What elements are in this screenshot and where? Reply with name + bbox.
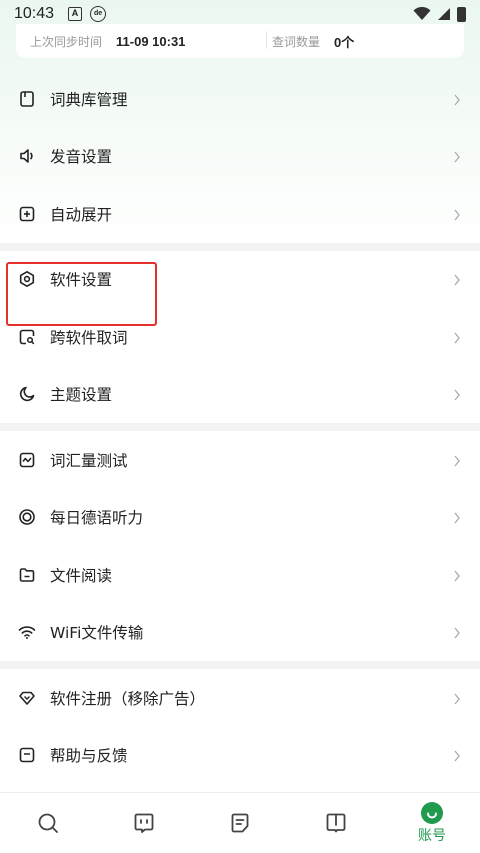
menu-label: 软件设置 <box>50 271 113 290</box>
menu-item-theme[interactable]: 主题设置 <box>0 366 480 424</box>
nav-notes[interactable] <box>210 793 270 853</box>
chevron-right-icon <box>452 149 462 163</box>
menu-label: 跨软件取词 <box>50 328 128 347</box>
last-sync-value: 11-09 10:31 <box>116 33 186 49</box>
menu-label: 文件阅读 <box>50 566 113 585</box>
menu-label: 软件注册（移除广告） <box>50 689 206 708</box>
nav-account[interactable]: 账号 <box>402 793 462 853</box>
menu-item-cross-app-lookup[interactable]: 跨软件取词 <box>0 308 480 366</box>
battery-icon <box>457 6 466 22</box>
account-icon <box>421 801 443 824</box>
target-icon <box>18 508 36 526</box>
menu-label: 帮助与反馈 <box>50 747 128 766</box>
menu-label: WiFi文件传输 <box>50 624 144 643</box>
menu-item-software-settings[interactable]: 软件设置 <box>0 251 480 309</box>
chevron-right-icon <box>452 92 462 106</box>
lookup-count-info: 查词数量 0个 <box>240 32 464 51</box>
menu-item-daily-listening[interactable]: 每日德语听力 <box>0 489 480 547</box>
moon-icon <box>18 385 36 403</box>
menu-label: 主题设置 <box>50 386 113 405</box>
book-icon <box>326 813 346 833</box>
notification-de-icon: de <box>90 6 107 22</box>
menu-item-pronunciation[interactable]: 发音设置 <box>0 128 480 186</box>
section-divider <box>0 242 480 251</box>
menu-item-wifi-transfer[interactable]: WiFi文件传输 <box>0 604 480 662</box>
diamond-icon <box>18 689 36 707</box>
lookup-count-label: 查词数量 <box>272 34 321 49</box>
chevron-right-icon <box>452 207 462 221</box>
nav-chat[interactable] <box>114 793 174 853</box>
status-indicators <box>413 6 466 22</box>
nav-search[interactable] <box>18 793 78 853</box>
chevron-right-icon <box>452 272 462 286</box>
dictionary-icon <box>18 90 36 108</box>
menu-label: 每日德语听力 <box>50 509 144 528</box>
sync-info-card: 上次同步时间 11-09 10:31 查词数量 0个 <box>16 24 464 58</box>
section-divider <box>0 423 480 431</box>
menu-item-help[interactable]: 帮助与反馈 <box>0 727 480 785</box>
help-icon <box>18 746 36 764</box>
search-icon <box>38 813 58 833</box>
chevron-right-icon <box>452 387 462 401</box>
wave-chart-icon <box>18 451 36 469</box>
chevron-right-icon <box>452 453 462 467</box>
menu-item-vocab-test[interactable]: 词汇量测试 <box>0 431 480 489</box>
chevron-right-icon <box>452 330 462 344</box>
bottom-navigation: 账号 <box>0 792 480 853</box>
menu-item-register[interactable]: 软件注册（移除广告） <box>0 669 480 727</box>
nav-account-label: 账号 <box>418 827 446 844</box>
folder-icon <box>18 566 36 584</box>
menu-label: 发音设置 <box>50 148 113 167</box>
note-icon <box>231 813 249 833</box>
menu-label: 词典库管理 <box>50 90 128 109</box>
chevron-right-icon <box>452 568 462 582</box>
menu-item-file-reading[interactable]: 文件阅读 <box>0 546 480 604</box>
plus-square-icon <box>18 205 36 223</box>
notification-a-icon: A <box>68 7 83 21</box>
settings-menu: 词典库管理 发音设置 自动展开 软件设置 跨软件取词 主题设置 词汇量测试 每日… <box>0 70 480 784</box>
menu-item-dictionary[interactable]: 词典库管理 <box>0 70 480 128</box>
chevron-right-icon <box>452 625 462 639</box>
search-square-icon <box>18 328 36 346</box>
last-sync-label: 上次同步时间 <box>30 34 103 49</box>
lookup-count-value: 0个 <box>334 34 355 50</box>
status-time: 10:43 <box>14 5 55 22</box>
wifi-icon <box>18 623 36 641</box>
chevron-right-icon <box>452 691 462 705</box>
wifi-signal-icon <box>413 7 431 20</box>
chevron-right-icon <box>452 510 462 524</box>
hexagon-gear-icon <box>18 270 36 288</box>
cell-signal-icon <box>438 8 450 20</box>
menu-item-auto-expand[interactable]: 自动展开 <box>0 185 480 243</box>
speaker-icon <box>18 147 36 165</box>
menu-label: 词汇量测试 <box>50 451 128 470</box>
chat-face-icon <box>134 813 154 833</box>
menu-label: 自动展开 <box>50 205 113 224</box>
last-sync-info: 上次同步时间 11-09 10:31 <box>16 33 240 50</box>
section-divider <box>0 661 480 669</box>
nav-book[interactable] <box>306 793 366 853</box>
chevron-right-icon <box>452 748 462 762</box>
